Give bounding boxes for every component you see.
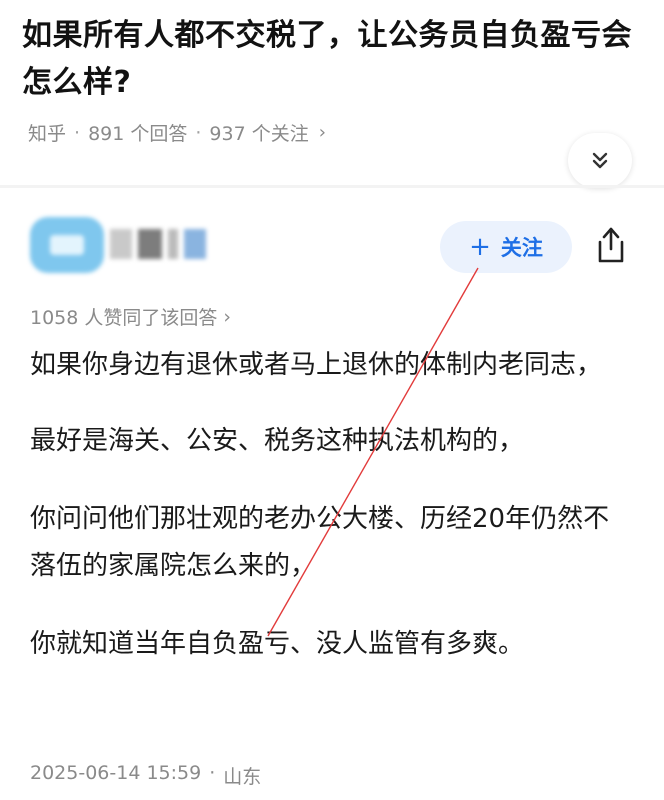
answer-paragraph: 如果你身边有退休或者马上退休的体制内老同志， bbox=[30, 350, 603, 380]
plus-icon: + bbox=[469, 232, 491, 262]
question-title[interactable]: 如果所有人都不交税了，让公务员自负盈亏会怎么样? bbox=[22, 12, 637, 106]
answer-paragraph: 最好是海关、公安、税务这种执法机构的， bbox=[30, 426, 525, 456]
follow-label: 关注 bbox=[500, 236, 543, 260]
answer-author-bar: + 关注 bbox=[0, 195, 664, 295]
answer-content: 如果你身边有退休或者马上退休的体制内老同志， 最好是海关、公安、税务这种执法机构… bbox=[30, 342, 630, 698]
answer-timestamp: 2025-06-14 15:59 bbox=[30, 762, 202, 784]
answer-footer-meta: 2025-06-14 15:59 · 山东 bbox=[30, 762, 261, 789]
avatar[interactable] bbox=[30, 217, 104, 273]
follow-button[interactable]: + 关注 bbox=[440, 221, 572, 273]
upvote-summary-label: 1058 人赞同了该回答 bbox=[30, 307, 218, 329]
source-label: 知乎 bbox=[28, 123, 67, 145]
meta-separator: · bbox=[195, 121, 202, 144]
meta-separator: · bbox=[209, 762, 216, 784]
question-header: 如果所有人都不交税了，让公务员自负盈亏会怎么样? 知乎 · 891 个回答 · … bbox=[0, 0, 664, 188]
upvote-summary[interactable]: 1058 人赞同了该回答 › bbox=[30, 303, 231, 330]
answer-location: 山东 bbox=[223, 766, 262, 788]
author-name-redacted[interactable] bbox=[110, 229, 210, 261]
meta-separator: · bbox=[74, 121, 81, 144]
answer-paragraph: 你问问他们那壮观的老办公大楼、历经20年仍然不落伍的家属院怎么来的， bbox=[30, 504, 610, 581]
expand-button[interactable] bbox=[568, 133, 632, 188]
chevron-double-down-icon bbox=[592, 152, 608, 168]
chevron-right-icon: › bbox=[318, 122, 326, 143]
followers-count: 937 个关注 bbox=[209, 123, 309, 145]
answers-count: 891 个回答 bbox=[88, 123, 188, 145]
share-icon[interactable] bbox=[592, 225, 630, 265]
answer-paragraph: 你就知道当年自负盈亏、没人监管有多爽。 bbox=[30, 629, 525, 659]
question-meta[interactable]: 知乎 · 891 个回答 · 937 个关注 › bbox=[28, 119, 326, 146]
chevron-right-icon: › bbox=[223, 305, 232, 328]
section-divider bbox=[0, 185, 664, 188]
